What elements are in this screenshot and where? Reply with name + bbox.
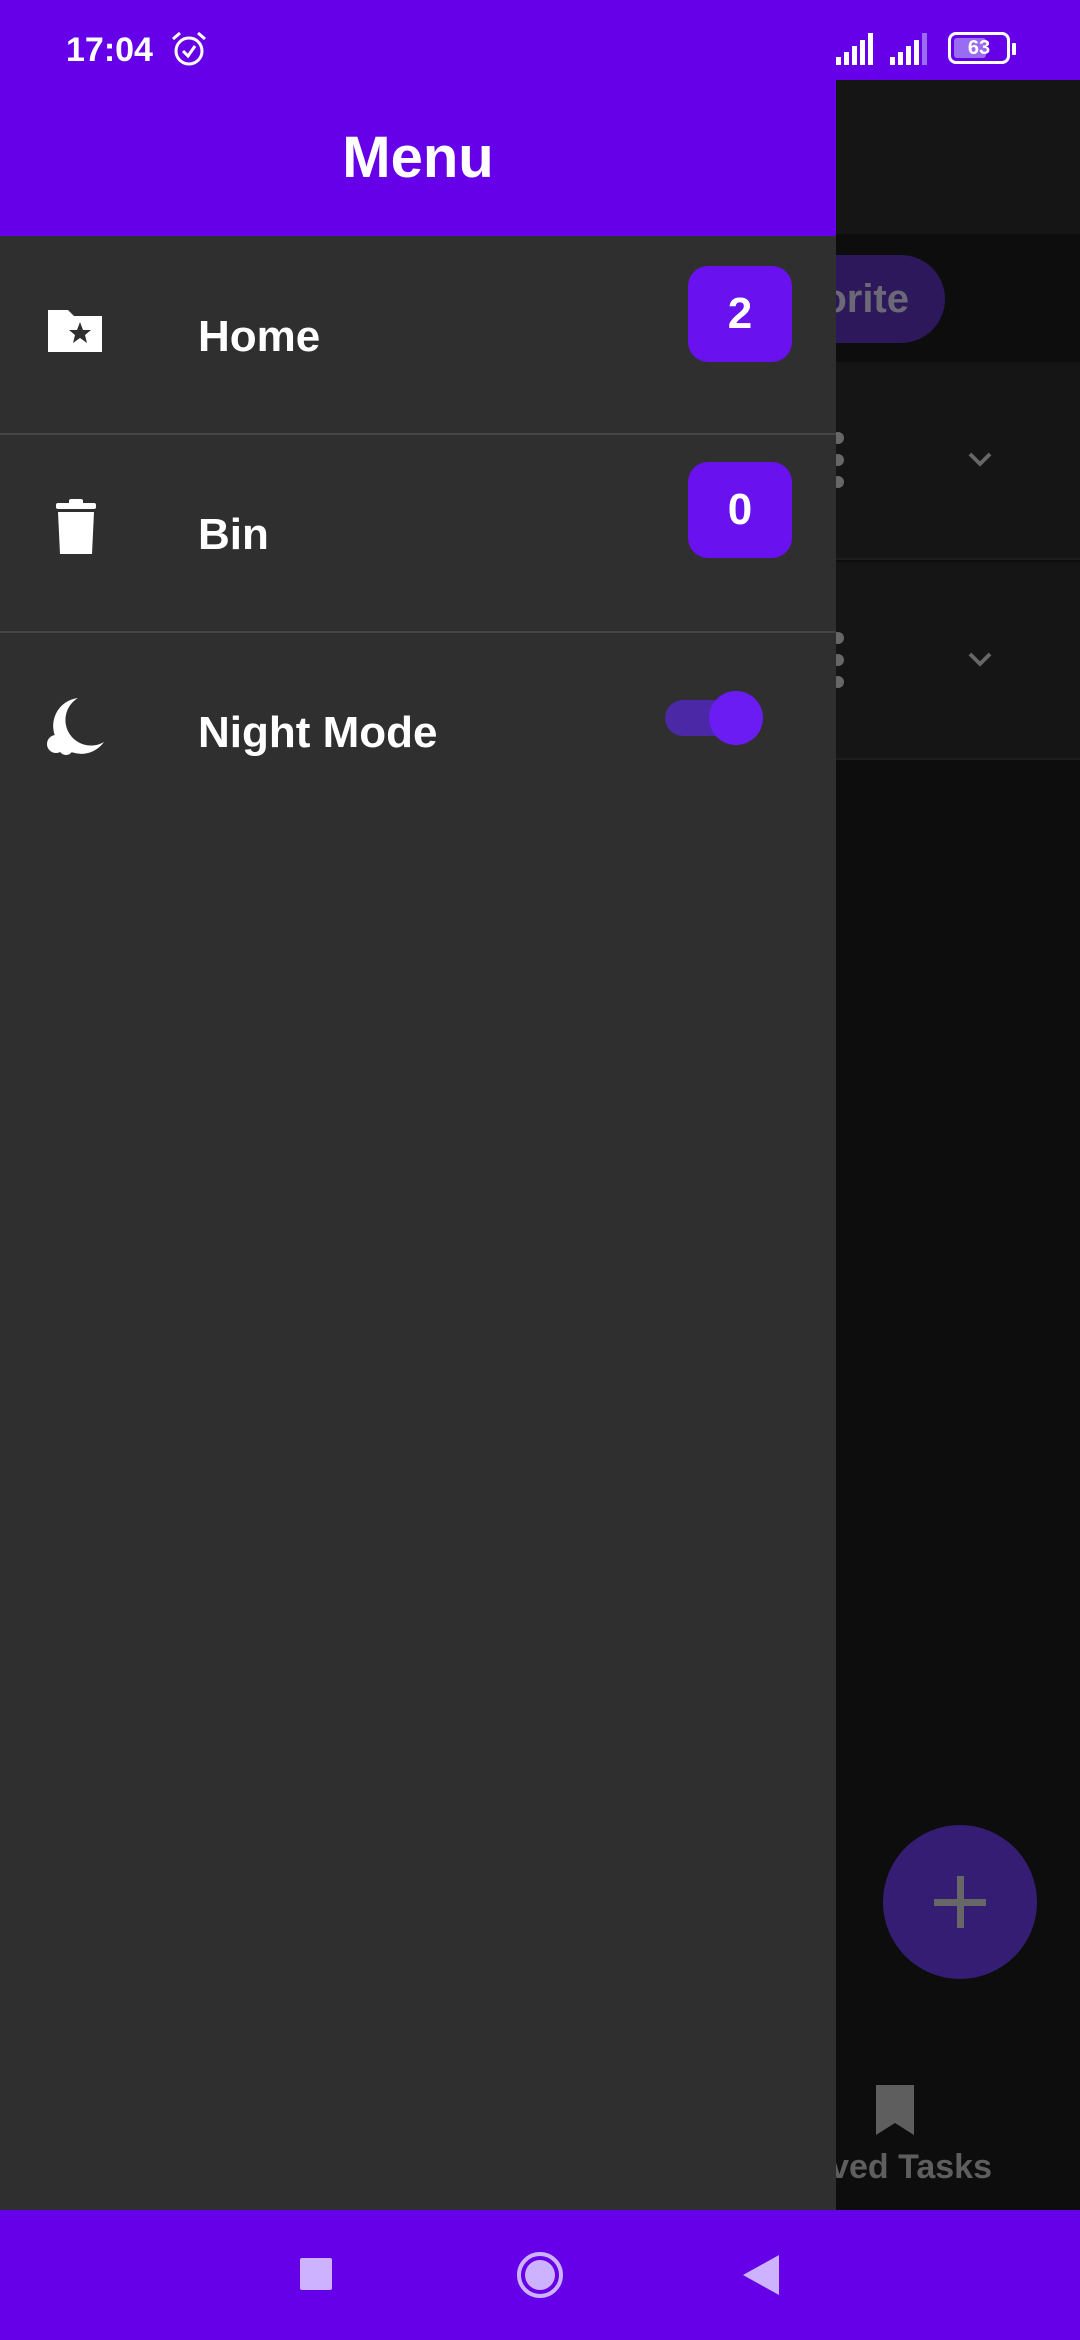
recents-icon[interactable] — [300, 2258, 332, 2290]
menu-item-bin[interactable]: Bin 0 — [0, 436, 836, 633]
folder-star-icon — [48, 310, 102, 352]
signal-icon — [836, 33, 873, 65]
menu-item-label: Night Mode — [198, 708, 438, 757]
drawer-title: Menu — [342, 125, 494, 190]
battery-icon: 63 — [948, 32, 1016, 64]
menu-item-home[interactable]: Home 2 — [0, 238, 836, 435]
menu-item-label: Home — [198, 312, 321, 361]
battery-level: 63 — [967, 37, 991, 59]
trash-icon — [56, 499, 96, 554]
status-bar: 17:04 63 — [0, 0, 1080, 80]
status-time: 17:04 — [66, 31, 153, 69]
navigation-drawer: Menu Home 2 Bin 0 Night Mode — [0, 0, 836, 2210]
home-count-badge: 2 — [688, 266, 792, 362]
signal-icon — [890, 33, 927, 65]
menu-item-label: Bin — [198, 510, 269, 559]
menu-item-night-mode[interactable]: Night Mode — [0, 634, 836, 831]
back-icon[interactable] — [743, 2255, 779, 2295]
moon-icon — [47, 698, 104, 755]
toggle-thumb — [709, 691, 763, 745]
alarm-icon — [172, 31, 206, 66]
bin-count-badge: 0 — [688, 462, 792, 558]
home-icon[interactable] — [515, 2250, 565, 2300]
system-nav-bar — [0, 2210, 1080, 2340]
night-mode-toggle[interactable] — [665, 686, 765, 746]
